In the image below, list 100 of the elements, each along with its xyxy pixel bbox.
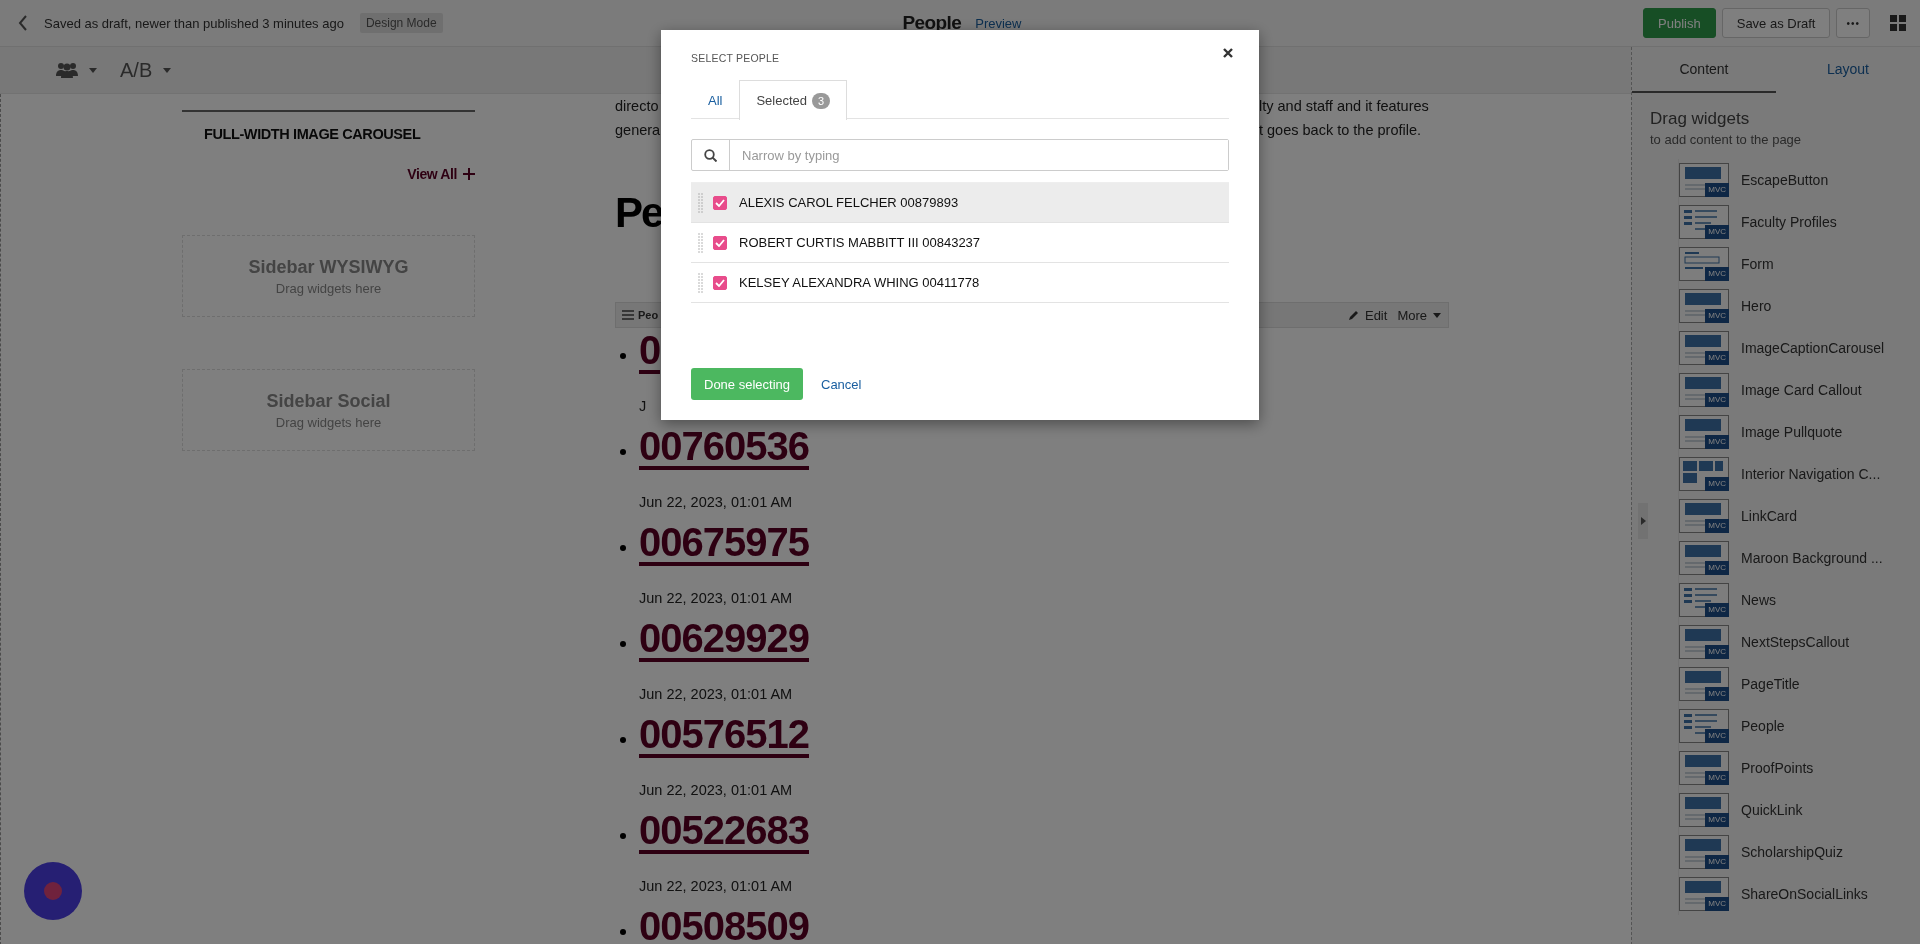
panel-subheading: to add content to the page [1650, 132, 1803, 147]
bullet [620, 353, 626, 359]
people-group-icon [56, 62, 78, 78]
dialog-tab[interactable]: Selected 3 [739, 80, 848, 120]
mvc-badge: MVC [1705, 267, 1729, 281]
person-id-link[interactable]: 00522683 [639, 810, 809, 854]
widget-item[interactable]: MVC Faculty Profiles [1679, 201, 1920, 243]
person-id-link[interactable]: 00576512 [639, 714, 809, 758]
search-field[interactable]: Narrow by typing [691, 139, 1229, 171]
save-status: Saved as draft, newer than published 3 minutes ago [44, 15, 344, 31]
person-row[interactable]: KELSEY ALEXANDRA WHING 00411778 [691, 263, 1229, 303]
mvc-badge: MVC [1705, 225, 1729, 239]
widget-item[interactable]: MVC Form [1679, 243, 1920, 285]
bullet [620, 833, 626, 839]
mvc-badge: MVC [1705, 309, 1729, 323]
mvc-badge: MVC [1705, 897, 1729, 911]
panel-heading: Drag widgets [1650, 109, 1751, 129]
preview-link[interactable]: Preview [975, 15, 1022, 31]
widget-name: Maroon Background ... [1741, 550, 1883, 566]
mvc-badge: MVC [1705, 561, 1729, 575]
person-id-link[interactable]: 00675975 [639, 522, 809, 566]
section-heading: FULL-WIDTH IMAGE CAROUSEL [203, 125, 422, 144]
grid-icon [1890, 15, 1906, 31]
person-id-link[interactable]: 00760536 [639, 426, 809, 470]
body-text: genera [615, 121, 661, 140]
panel-tab[interactable]: Layout [1776, 47, 1920, 93]
mvc-badge: MVC [1705, 645, 1729, 659]
close-button[interactable] [1223, 48, 1233, 58]
widget-item[interactable]: MVC NextStepsCallout [1679, 621, 1920, 663]
drag-handle-icon[interactable] [698, 232, 703, 253]
person-row[interactable]: ALEXIS CAROL FELCHER 00879893 [691, 183, 1229, 223]
drag-handle-icon[interactable] [698, 272, 703, 293]
widget-item[interactable]: MVC QuickLink [1679, 789, 1920, 831]
bullet [620, 641, 626, 647]
person-id-link[interactable]: 00508509 [639, 906, 809, 944]
widget-item[interactable]: MVC Hero [1679, 285, 1920, 327]
widget-item[interactable]: MVC People [1679, 705, 1920, 747]
grid-menu-button[interactable] [1890, 15, 1906, 31]
caret-right-icon [1640, 517, 1646, 525]
mvc-badge: MVC [1705, 603, 1729, 617]
date-text: Jun 22, 2023, 01:01 AM [639, 589, 793, 608]
widget-item[interactable]: MVC Interior Navigation C... [1679, 453, 1920, 495]
mvc-badge: MVC [1705, 519, 1729, 533]
cancel-link[interactable]: Cancel [821, 376, 862, 392]
view-all-link[interactable]: View All [182, 166, 475, 182]
widget-name: Image Card Callout [1741, 382, 1862, 398]
widget-item[interactable]: MVC ImageCaptionCarousel [1679, 327, 1920, 369]
search-icon [704, 148, 717, 162]
widget-item[interactable]: MVC PageTitle [1679, 663, 1920, 705]
widget-name: EscapeButton [1741, 172, 1829, 188]
done-button[interactable]: Done selecting [691, 368, 803, 400]
mvc-badge: MVC [1705, 393, 1729, 407]
mvc-badge: MVC [1705, 477, 1729, 491]
checkbox[interactable] [713, 275, 727, 290]
widget-name: NextStepsCallout [1741, 634, 1850, 650]
widget-item[interactable]: MVC Image Card Callout [1679, 369, 1920, 411]
more-dropdown[interactable]: More [1397, 307, 1442, 323]
mvc-badge: MVC [1705, 855, 1729, 869]
publish-button[interactable]: Publish [1643, 8, 1716, 38]
widget-item[interactable]: MVC EscapeButton [1679, 159, 1920, 201]
bullet [620, 929, 626, 935]
save-draft-button[interactable]: Save as Draft [1721, 8, 1831, 38]
widget-name: People [1741, 718, 1785, 734]
page-title: People [902, 12, 962, 34]
more-options-button[interactable]: ••• [1836, 8, 1870, 38]
widget-item[interactable]: MVC Image Pullquote [1679, 411, 1920, 453]
person-id-link[interactable]: 00629929 [639, 618, 809, 662]
widget-name: News [1741, 592, 1776, 608]
widget-name: Faculty Profiles [1741, 214, 1837, 230]
date-text: Jun 22, 2023, 01:01 AM [639, 685, 793, 704]
drag-handle-icon[interactable] [698, 192, 703, 213]
person-name: KELSEY ALEXANDRA WHING 00411778 [739, 275, 980, 290]
date-text: J [639, 397, 647, 416]
panel-collapse-handle[interactable] [1638, 503, 1648, 539]
widget-item[interactable]: MVC ShareOnSocialLinks [1679, 873, 1920, 915]
close-icon [1223, 48, 1233, 58]
back-chevron-icon [18, 15, 28, 31]
widget-item[interactable]: MVC LinkCard [1679, 495, 1920, 537]
widget-item[interactable]: MVC News [1679, 579, 1920, 621]
person-name: ALEXIS CAROL FELCHER 00879893 [739, 195, 959, 210]
edit-button[interactable]: Edit [1347, 307, 1388, 323]
dialog-tab[interactable]: All [691, 80, 740, 119]
back-button[interactable] [18, 15, 28, 31]
person-row[interactable]: ROBERT CURTIS MABBITT III 00843237 [691, 223, 1229, 263]
widget-item[interactable]: MVC ScholarshipQuiz [1679, 831, 1920, 873]
ab-test-dropdown[interactable]: A/B [120, 58, 173, 82]
drop-zone-hint: Drag widgets here [275, 414, 382, 430]
widget-item[interactable]: MVC ProofPoints [1679, 747, 1920, 789]
checkbox[interactable] [713, 235, 727, 250]
mvc-badge: MVC [1705, 183, 1729, 197]
bullet [620, 737, 626, 743]
panel-tab[interactable]: Content [1632, 47, 1776, 93]
widget-item[interactable]: MVC Maroon Background ... [1679, 537, 1920, 579]
audience-dropdown[interactable] [56, 62, 98, 78]
body-text: lty and staff and it features [1259, 97, 1429, 116]
widget-name: ShareOnSocialLinks [1741, 886, 1868, 902]
widget-name: Hero [1741, 298, 1772, 314]
body-text: directo [615, 97, 659, 116]
checkbox[interactable] [713, 195, 727, 210]
drop-zone-title: Sidebar Social [266, 390, 391, 412]
